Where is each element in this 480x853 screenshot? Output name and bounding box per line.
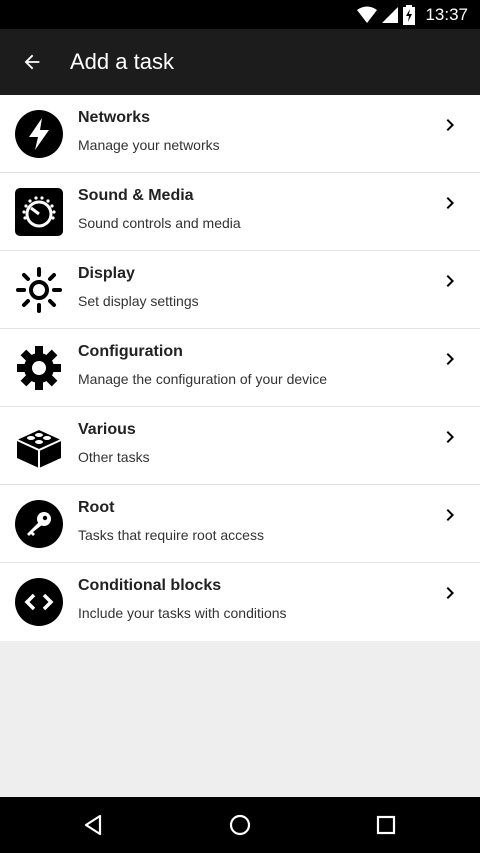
home-circle-icon (229, 814, 251, 836)
list-item-display[interactable]: Display Set display settings (0, 251, 480, 329)
item-subtitle: Tasks that require root access (78, 527, 264, 543)
status-icons: 13:37 (357, 0, 468, 29)
item-title: Conditional blocks (78, 577, 222, 594)
lightning-icon (15, 110, 63, 158)
chevron-right-icon (446, 119, 454, 131)
navigation-bar (0, 797, 480, 853)
gear-icon (17, 346, 61, 390)
list-item-various[interactable]: Various Other tasks (0, 407, 480, 485)
chevron-right-icon (446, 275, 454, 287)
chevron-right-icon (446, 353, 454, 365)
key-icon (15, 500, 63, 548)
arrow-back-icon (24, 54, 40, 70)
back-triangle-icon (84, 814, 102, 836)
item-subtitle: Sound controls and media (78, 215, 241, 231)
nav-home-button[interactable] (220, 805, 260, 845)
item-subtitle: Set display settings (78, 293, 199, 309)
list-item-conditional-blocks[interactable]: Conditional blocks Include your tasks wi… (0, 563, 480, 641)
item-subtitle: Include your tasks with conditions (78, 605, 287, 621)
item-title: Networks (78, 109, 151, 126)
back-button[interactable] (12, 42, 52, 82)
list-item-sound-media[interactable]: Sound & Media Sound controls and media (0, 173, 480, 251)
item-subtitle: Manage the configuration of your device (78, 371, 328, 387)
item-title: Sound & Media (78, 187, 194, 204)
wifi-icon (357, 6, 378, 23)
list-item-configuration[interactable]: Configuration Manage the configuration o… (0, 329, 480, 407)
item-subtitle: Manage your networks (78, 137, 220, 153)
code-brackets-icon (15, 578, 63, 626)
item-title: Display (78, 265, 135, 282)
battery-charging-icon (403, 4, 416, 25)
nav-recents-button[interactable] (366, 805, 406, 845)
item-title: Root (78, 499, 115, 516)
list-item-networks[interactable]: Networks Manage your networks (0, 95, 480, 173)
chevron-right-icon (446, 587, 454, 599)
status-time: 13:37 (425, 4, 468, 24)
recents-square-icon (376, 815, 396, 835)
chevron-right-icon (446, 197, 454, 209)
status-bar: 13:37 (0, 0, 480, 29)
list-item-root[interactable]: Root Tasks that require root access (0, 485, 480, 563)
volume-knob-icon (15, 188, 63, 236)
lego-brick-icon (16, 430, 62, 468)
task-category-list: Networks Manage your networks Sound & Me… (0, 95, 480, 641)
item-title: Various (78, 421, 136, 438)
nav-back-button[interactable] (74, 805, 114, 845)
item-subtitle: Other tasks (78, 449, 150, 465)
chevron-right-icon (446, 431, 454, 443)
sun-icon (16, 267, 62, 313)
cell-signal-icon (382, 6, 399, 23)
chevron-right-icon (446, 509, 454, 521)
item-title: Configuration (78, 343, 183, 360)
page-title: Add a task (70, 49, 174, 74)
app-bar: Add a task (0, 29, 480, 95)
